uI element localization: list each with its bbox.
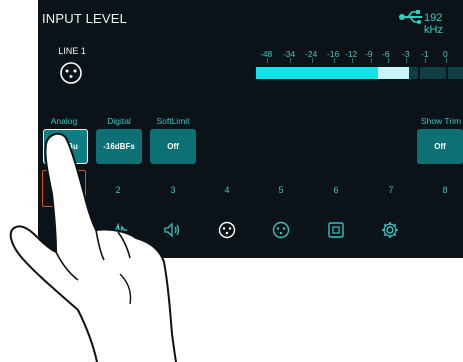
gear-icon[interactable] <box>380 220 400 240</box>
meter-tick-line <box>446 58 447 63</box>
channel-7[interactable]: 7 <box>381 185 401 195</box>
square-icon[interactable] <box>326 220 346 240</box>
meter-tick-line <box>352 58 353 63</box>
meter-tick-line <box>406 58 407 63</box>
xlr-connector-icon <box>60 62 82 84</box>
input-level-meter <box>256 67 463 79</box>
usb-icon <box>399 10 422 24</box>
meter-divider <box>446 67 448 79</box>
meter-tick-line <box>425 58 426 63</box>
channel-8[interactable]: 8 <box>435 185 455 195</box>
meter-tick-line <box>334 58 335 63</box>
channel-4[interactable]: 4 <box>217 185 237 195</box>
meter-tick-line <box>312 58 313 63</box>
meter-tick-line <box>388 58 389 63</box>
meter-tick-line <box>371 58 372 63</box>
page-title: INPUT LEVEL <box>42 11 128 26</box>
xlr-output-icon[interactable] <box>271 220 291 240</box>
channel-name: LINE 1 <box>58 46 86 56</box>
show-trim-button[interactable]: Off <box>417 129 463 164</box>
meter-peak-fill <box>378 67 410 79</box>
channel-6[interactable]: 6 <box>326 185 346 195</box>
meter-level-fill <box>256 67 379 79</box>
meter-tick-line <box>290 58 291 63</box>
show-trim-label: Show Trim <box>420 116 462 126</box>
meter-tick-line <box>267 58 268 63</box>
xlr-input-icon[interactable] <box>217 220 237 240</box>
channel-5[interactable]: 5 <box>271 185 291 195</box>
sample-rate: 192 kHz <box>424 12 443 36</box>
pointing-hand-illustration <box>9 132 177 362</box>
meter-divider <box>418 67 420 79</box>
